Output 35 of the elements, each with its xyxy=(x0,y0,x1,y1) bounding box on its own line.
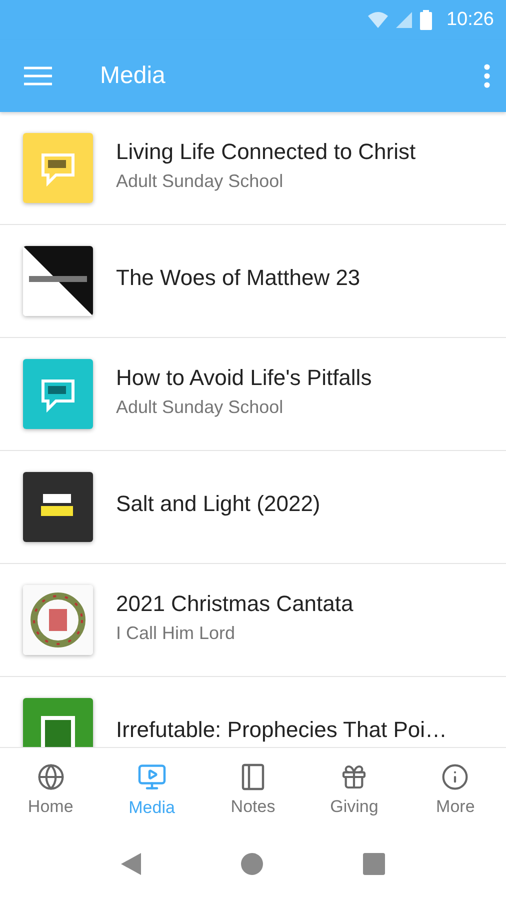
signal-icon xyxy=(396,12,412,28)
recents-icon[interactable] xyxy=(363,852,385,874)
battery-icon xyxy=(420,10,432,30)
book-icon xyxy=(241,762,265,790)
media-subtitle: I Call Him Lord xyxy=(116,622,236,644)
monitor-play-icon xyxy=(136,762,167,792)
gift-icon xyxy=(340,762,368,790)
status-time: 10:26 xyxy=(446,9,494,31)
media-title: Living Life Connected to Christ xyxy=(116,138,416,164)
nav-tab[interactable]: More xyxy=(404,748,506,831)
wifi-icon xyxy=(368,12,388,28)
more-vertical-icon xyxy=(484,64,490,88)
media-title: Irrefutable: Prophecies That Poi… xyxy=(116,717,447,743)
media-subtitle: Adult Sunday School xyxy=(116,170,284,192)
media-list-item[interactable]: Living Life Connected to Christ Adult Sunday School xyxy=(0,112,506,225)
media-list-item[interactable]: How to Avoid Life's Pitfalls Adult Sunday School xyxy=(0,338,506,451)
media-title: The Woes of Matthew 23 xyxy=(116,265,360,291)
media-list-item[interactable]: Salt and Light (2022) xyxy=(0,451,506,564)
back-icon[interactable] xyxy=(121,852,141,874)
nav-tab[interactable]: Giving xyxy=(304,748,405,831)
globe-icon xyxy=(36,762,65,790)
media-subtitle: Adult Sunday School xyxy=(116,396,284,418)
home-icon[interactable] xyxy=(241,852,263,874)
media-title: Salt and Light (2022) xyxy=(116,491,320,517)
menu-icon xyxy=(24,66,52,86)
info-icon xyxy=(441,762,470,790)
overflow-menu-button[interactable] xyxy=(484,64,490,88)
app-bar-title: Media xyxy=(100,62,166,90)
nav-tab[interactable]: Home xyxy=(0,748,102,831)
menu-button[interactable] xyxy=(24,66,52,86)
media-title: How to Avoid Life's Pitfalls xyxy=(116,364,372,390)
media-title: 2021 Christmas Cantata xyxy=(116,590,354,616)
nav-tab[interactable]: Notes xyxy=(202,748,304,831)
media-list-item[interactable]: The Woes of Matthew 23 xyxy=(0,225,506,338)
media-list-item[interactable]: 2021 Christmas Cantata I Call Him Lord xyxy=(0,564,506,677)
